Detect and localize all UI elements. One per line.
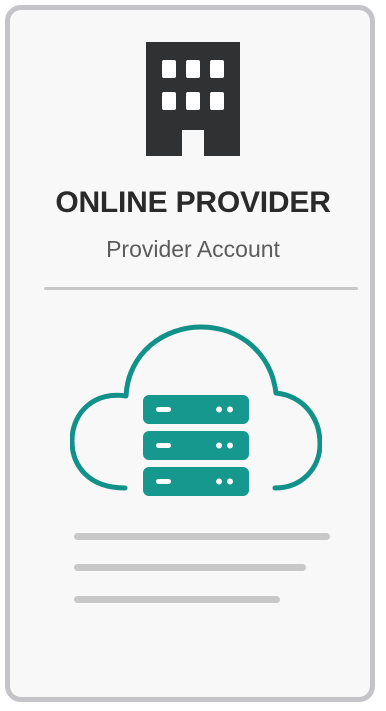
provider-title: ONLINE PROVIDER — [55, 186, 331, 219]
placeholder-line — [74, 533, 330, 540]
cloud-server-icon — [70, 324, 322, 496]
office-building-icon — [146, 42, 240, 156]
divider — [44, 287, 358, 290]
provider-subtitle: Provider Account — [106, 236, 280, 262]
placeholder-line — [74, 564, 306, 571]
server-rack — [143, 395, 249, 496]
placeholder-line — [74, 596, 280, 603]
